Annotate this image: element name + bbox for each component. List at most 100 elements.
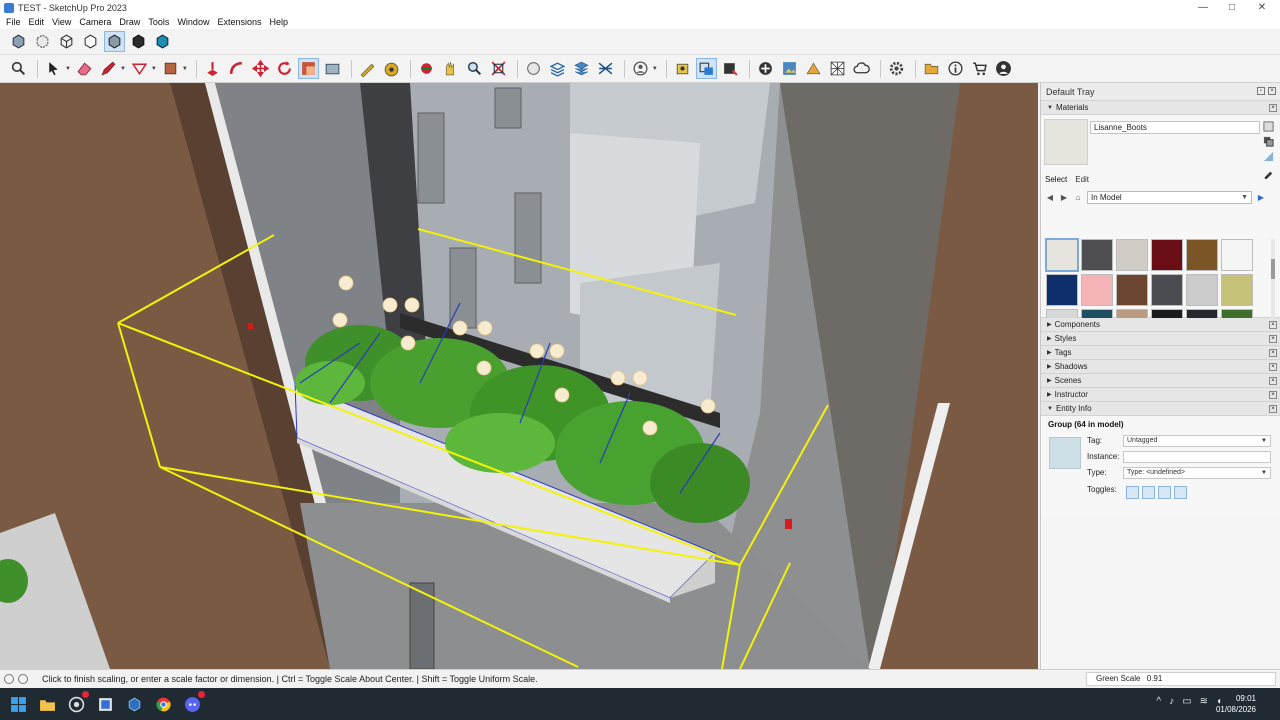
material-swatch[interactable] xyxy=(1045,238,1079,272)
add-location-icon[interactable] xyxy=(755,58,776,79)
forward-arrow-icon[interactable]: ▶ xyxy=(1059,193,1069,203)
maximize-button[interactable]: □ xyxy=(1217,0,1247,15)
home-icon[interactable]: ⌂ xyxy=(1073,193,1083,203)
chrome-icon[interactable] xyxy=(152,693,174,715)
tab-edit[interactable]: Edit xyxy=(1075,175,1089,184)
display-secondary-icon[interactable] xyxy=(1263,121,1274,132)
eyedropper-icon[interactable] xyxy=(1263,168,1274,179)
close-icon[interactable]: × xyxy=(1268,87,1276,95)
chevron-down-icon[interactable]: ▼ xyxy=(65,66,71,72)
menu-edit[interactable]: Edit xyxy=(25,17,49,27)
protractor-icon[interactable] xyxy=(381,58,402,79)
credits-icon[interactable] xyxy=(18,674,28,684)
menu-file[interactable]: File xyxy=(2,17,25,27)
warehouse-icon[interactable] xyxy=(672,58,693,79)
collection-select[interactable]: In Model ▼ xyxy=(1087,191,1252,204)
visibility-toggle-icon[interactable] xyxy=(1126,486,1139,499)
material-swatch[interactable] xyxy=(1151,239,1183,271)
material-swatch[interactable] xyxy=(1186,239,1218,271)
lasso-icon[interactable] xyxy=(129,58,150,79)
scale-icon[interactable] xyxy=(297,58,319,79)
menu-extensions[interactable]: Extensions xyxy=(213,17,265,27)
material-swatch[interactable] xyxy=(1221,239,1253,271)
zoom-extents-icon[interactable] xyxy=(488,58,509,79)
back-edges-icon[interactable] xyxy=(32,31,53,52)
scale-grip-handle[interactable] xyxy=(248,323,253,329)
chevron-down-icon[interactable]: ▼ xyxy=(120,66,126,72)
material-swatch[interactable] xyxy=(1116,274,1148,306)
paint-bucket-icon[interactable] xyxy=(160,58,181,79)
materials-panel-header[interactable]: ▼ Materials × xyxy=(1041,101,1280,115)
monochrome-icon[interactable] xyxy=(152,31,173,52)
close-icon[interactable]: × xyxy=(1269,349,1277,357)
geo-location-icon[interactable] xyxy=(4,674,14,684)
orbit-icon[interactable] xyxy=(416,58,437,79)
hidden-line-icon[interactable] xyxy=(80,31,101,52)
user-icon[interactable] xyxy=(630,58,651,79)
cast-shadows-toggle-icon[interactable] xyxy=(1174,486,1187,499)
measurements-box[interactable]: Green Scale 0.91 xyxy=(1086,672,1276,686)
default-material-icon[interactable] xyxy=(1263,151,1274,162)
tab-select[interactable]: Select xyxy=(1045,175,1067,184)
cloud-icon[interactable] xyxy=(851,58,872,79)
rotate-icon[interactable] xyxy=(274,58,295,79)
details-arrow-icon[interactable]: ▶ xyxy=(1256,193,1266,203)
display-icon[interactable]: ▭ xyxy=(1182,696,1191,707)
entity-info-panel-header[interactable]: ▼ Entity Info × xyxy=(1041,402,1280,416)
chevron-down-icon[interactable]: ▼ xyxy=(151,66,157,72)
shaded-textures-icon[interactable] xyxy=(128,31,149,52)
match-photo-icon[interactable] xyxy=(827,58,848,79)
pan-icon[interactable] xyxy=(440,58,461,79)
dynamic-component-icon[interactable] xyxy=(720,58,741,79)
menu-draw[interactable]: Draw xyxy=(115,17,144,27)
receive-shadows-toggle-icon[interactable] xyxy=(1158,486,1171,499)
instance-field[interactable] xyxy=(1123,451,1271,463)
panel-header-shadows[interactable]: ▶ Shadows × xyxy=(1041,360,1280,374)
file-explorer-icon[interactable] xyxy=(36,693,58,715)
cart-icon[interactable] xyxy=(969,58,990,79)
shaded-icon[interactable] xyxy=(104,31,125,52)
windows-start-icon[interactable] xyxy=(7,693,29,715)
section-icon[interactable] xyxy=(523,58,544,79)
microphone-icon[interactable]: ♪ xyxy=(1169,696,1174,707)
tag-select[interactable]: Untagged ▼ xyxy=(1123,435,1271,447)
close-icon[interactable]: × xyxy=(1269,377,1277,385)
minimize-button[interactable]: — xyxy=(1188,0,1218,15)
account-icon[interactable] xyxy=(993,58,1014,79)
zoom-icon[interactable] xyxy=(464,58,485,79)
model-viewport[interactable] xyxy=(0,83,1038,669)
move-icon[interactable] xyxy=(250,58,271,79)
chrome-canary-icon[interactable] xyxy=(65,691,89,715)
pencil-line-icon[interactable] xyxy=(98,58,119,79)
scrollbar-thumb[interactable] xyxy=(1271,259,1275,279)
pin-icon[interactable]: ▫ xyxy=(1257,87,1265,95)
layers-icon[interactable] xyxy=(571,58,592,79)
clock[interactable]: 09:01 01/08/2026 xyxy=(1216,693,1256,715)
close-icon[interactable]: × xyxy=(1269,391,1277,399)
follow-me-icon[interactable] xyxy=(226,58,247,79)
chevron-down-icon[interactable]: ▼ xyxy=(182,66,188,72)
panel-header-styles[interactable]: ▶ Styles × xyxy=(1041,332,1280,346)
panel-header-instructor[interactable]: ▶ Instructor × xyxy=(1041,388,1280,402)
discord-icon[interactable] xyxy=(181,691,205,715)
panel-header-scenes[interactable]: ▶ Scenes × xyxy=(1041,374,1280,388)
close-icon[interactable]: × xyxy=(1269,405,1277,413)
back-arrow-icon[interactable]: ◀ xyxy=(1045,193,1055,203)
material-swatch[interactable] xyxy=(1081,239,1113,271)
wifi-icon[interactable]: ≋ xyxy=(1200,696,1208,707)
search-icon[interactable] xyxy=(8,58,29,79)
extension-manager-icon[interactable] xyxy=(695,58,717,79)
close-icon[interactable]: × xyxy=(1269,335,1277,343)
menu-camera[interactable]: Camera xyxy=(75,17,115,27)
sandbox-icon[interactable] xyxy=(547,58,568,79)
material-swatch[interactable] xyxy=(1221,274,1253,306)
sketchup-icon[interactable] xyxy=(123,693,145,715)
close-icon[interactable]: × xyxy=(1269,321,1277,329)
material-swatch[interactable] xyxy=(1186,274,1218,306)
panel-header-components[interactable]: ▶ Components × xyxy=(1041,318,1280,332)
eraser-icon[interactable] xyxy=(74,58,95,79)
select-icon[interactable] xyxy=(43,58,64,79)
chevron-up-icon[interactable]: ^ xyxy=(1156,696,1161,707)
material-swatch[interactable] xyxy=(1081,274,1113,306)
chevron-down-icon[interactable]: ▼ xyxy=(652,66,658,72)
